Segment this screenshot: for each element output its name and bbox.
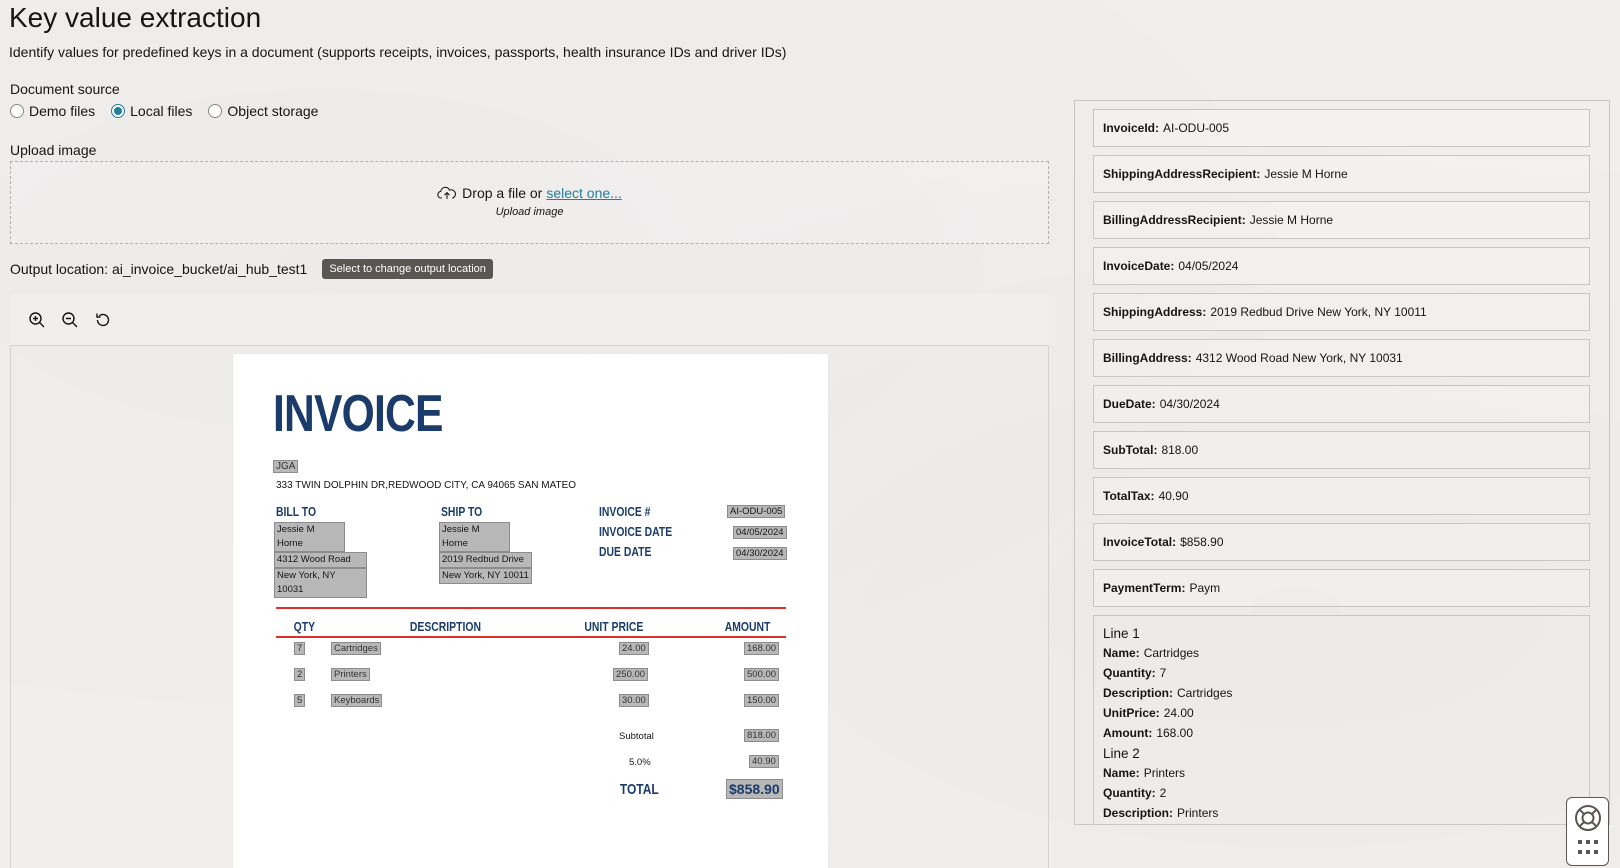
upload-image-label: Upload image [10,142,97,158]
invoice-company: JGA [273,460,299,473]
line-item-title: Line 1 [1103,626,1140,641]
results-panel[interactable]: InvoiceId: AI-ODU-005 ShippingAddressReci… [1074,100,1610,825]
line-item-field: Quantity: 2 [1103,786,1167,800]
invoice-date-heading: INVOICE DATE [599,524,673,539]
change-output-location-button[interactable]: Select to change output location [322,259,493,279]
table-top-rule [276,607,786,609]
radio-button-selected[interactable] [111,104,126,118]
invoice-date-value: 04/05/2024 [733,526,787,539]
line-item-field: Name: Printers [1103,766,1186,780]
line-item-field: Quantity: 7 [1103,666,1167,680]
due-date-value: 04/30/2024 [733,547,787,560]
column-header-amount: AMOUNT [724,619,771,634]
radio-button[interactable] [10,104,24,118]
tax-value: 40.90 [749,755,779,768]
result-field-subtotal: SubTotal: 818.00 [1093,431,1590,469]
drop-text: Drop a file or [462,185,543,201]
viewer-toolbar [10,294,1049,346]
invoice-company-address: 333 TWIN DOLPHIN DR,REDWOOD CITY, CA 940… [276,480,577,491]
line-item-title: Line 2 [1103,746,1140,761]
result-field-billing-address: BillingAddress: 4312 Wood Road New York, … [1093,339,1590,377]
total-value: $858.90 [726,779,783,799]
line-item-field: Description: Cartridges [1103,686,1233,700]
subtotal-value: 818.00 [744,729,780,742]
invoice-number-heading: INVOICE # [599,504,651,519]
reset-icon[interactable] [92,309,114,331]
result-field-total-tax: TotalTax: 40.90 [1093,477,1590,515]
cloud-upload-icon [437,186,457,199]
result-field-shipping-recipient: ShippingAddressRecipient: Jessie M Horne [1093,155,1590,193]
radio-object-storage[interactable]: Object storage [208,103,318,119]
invoice-document: INVOICE JGA 333 TWIN DOLPHIN DR,REDWOOD … [233,354,828,868]
zoom-out-icon[interactable] [59,309,81,331]
radio-label: Demo files [29,103,96,119]
lifebuoy-icon[interactable] [1573,803,1603,833]
ship-to-block: Jessie M Horne 2019 Redbud Drive New Yor… [439,522,532,584]
select-file-link[interactable]: select one... [546,185,622,201]
radio-demo-files[interactable]: Demo files [10,103,95,119]
result-field-billing-recipient: BillingAddressRecipient: Jessie M Horne [1093,201,1590,239]
bill-to-block: Jessie M Horne 4312 Wood Road New York, … [274,522,367,598]
help-widget[interactable] [1566,797,1609,866]
line-item-field: Name: Cartridges [1103,646,1200,660]
document-source-label: Document source [10,81,120,97]
ship-to-heading: SHIP TO [441,504,483,519]
page-subtitle: Identify values for predefined keys in a… [9,44,787,60]
output-location-row: Output location: ai_invoice_bucket/ai_hu… [10,259,493,279]
result-field-invoice-total: InvoiceTotal: $858.90 [1093,523,1590,561]
page-title: Key value extraction [9,2,262,33]
line-item-field: UnitPrice: 24.00 [1103,706,1194,720]
result-field-due-date: DueDate: 04/30/2024 [1093,385,1590,423]
column-header-unit-price: UNIT PRICE [584,619,644,634]
dropzone-hint: Upload image [495,206,564,218]
due-date-heading: DUE DATE [599,544,652,559]
column-header-qty: QTY [293,619,316,634]
line-item-field: Description: Printers [1103,806,1219,820]
table-header-rule [276,636,786,638]
document-source-radio-group: Demo files Local files Object storage [10,103,334,119]
document-viewer[interactable]: INVOICE JGA 333 TWIN DOLPHIN DR,REDWOOD … [10,346,1049,868]
radio-local-files[interactable]: Local files [111,103,192,119]
apps-grid-icon[interactable] [1577,839,1599,857]
invoice-title: INVOICE [273,385,443,443]
zoom-in-icon[interactable] [26,309,48,331]
radio-label: Object storage [227,103,319,119]
tax-rate-label: 5.0% [629,757,651,768]
invoice-number-value: AI-ODU-005 [727,505,786,518]
total-label: TOTAL [619,781,659,798]
result-field-invoice-date: InvoiceDate: 04/05/2024 [1093,247,1590,285]
line-items-card: Line 1 Name: Cartridges Quantity: 7 Descri… [1093,615,1590,824]
output-location-text: Output location: ai_invoice_bucket/ai_hu… [10,261,308,277]
result-field-invoice-id: InvoiceId: AI-ODU-005 [1093,109,1590,147]
radio-button[interactable] [208,104,223,118]
result-field-payment-term: PaymentTerm: Paym [1093,569,1590,607]
subtotal-label: Subtotal [619,731,654,742]
radio-label: Local files [130,103,193,119]
result-field-shipping-address: ShippingAddress: 2019 Redbud Drive New Yo… [1093,293,1590,331]
column-header-description: DESCRIPTION [409,619,481,634]
file-dropzone[interactable]: Drop a file or select one... Upload imag… [10,161,1049,244]
bill-to-heading: BILL TO [276,504,317,519]
line-item-field: Amount: 168.00 [1103,726,1194,740]
